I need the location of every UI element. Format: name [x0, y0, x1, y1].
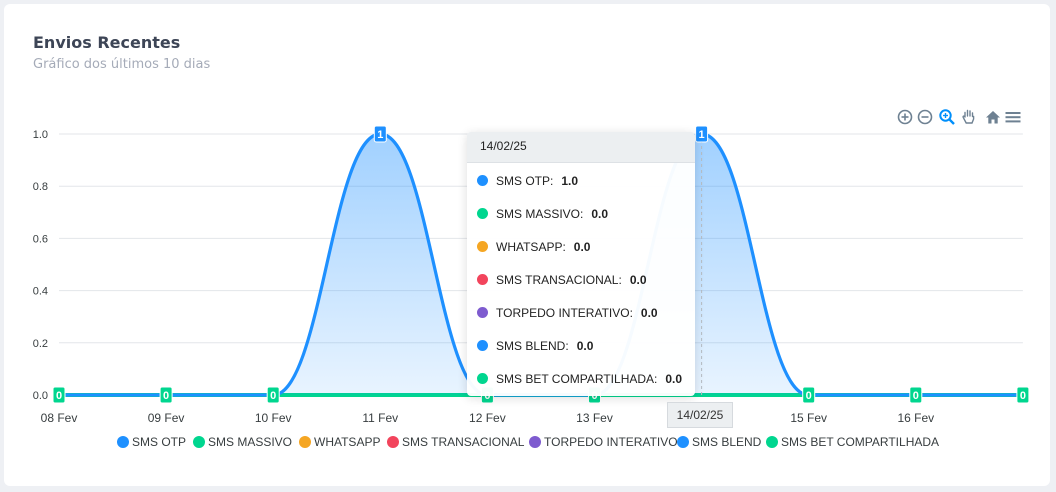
legend-item[interactable]: SMS BET COMPARTILHADA	[766, 435, 939, 449]
legend-marker-icon	[193, 436, 205, 448]
series-marker-icon	[477, 373, 488, 384]
tooltip-series-name: SMS TRANSACIONAL:	[496, 273, 622, 287]
series-marker-icon	[477, 340, 488, 351]
legend-item[interactable]: SMS TRANSACIONAL	[387, 435, 524, 449]
tooltip-header: 14/02/25	[467, 132, 695, 163]
tooltip-series-value: 0.0	[576, 339, 594, 353]
tooltip-row: TORPEDO INTERATIVO: 0.0	[477, 305, 658, 321]
tooltip-series-name: SMS BLEND:	[496, 339, 569, 353]
tooltip-row: WHATSAPP: 0.0	[477, 239, 590, 255]
series-marker-icon	[477, 241, 488, 252]
tooltip-row: SMS BET COMPARTILHADA: 0.0	[477, 371, 682, 387]
x-tick-label: 08 Fev	[41, 411, 78, 425]
chart-legend: SMS OTP SMS MASSIVO WHATSAPP SMS TRANSACION…	[0, 435, 1056, 451]
legend-marker-icon	[766, 436, 778, 448]
legend-item[interactable]: SMS OTP	[117, 435, 186, 449]
tooltip-series-name: SMS MASSIVO:	[496, 207, 584, 221]
legend-item[interactable]: TORPEDO INTERATIVO	[529, 435, 678, 449]
zoom-out-icon[interactable]	[916, 108, 934, 126]
reset-home-icon[interactable]	[984, 108, 1002, 126]
y-tick-label: 0.4	[33, 286, 48, 298]
tooltip-series-value: 0.0	[629, 273, 647, 287]
series-marker-icon	[477, 274, 488, 285]
series-marker-icon	[477, 307, 488, 318]
legend-label: TORPEDO INTERATIVO	[544, 435, 678, 449]
x-tick-label: 16 Fev	[897, 411, 934, 425]
x-tick-label: 12 Fev	[469, 411, 506, 425]
chart-tooltip: 14/02/25 SMS OTP: 1.0 SMS MASSIVO: 0.0 WHATS…	[467, 132, 695, 396]
y-tick-label: 1.0	[33, 129, 48, 141]
tooltip-series-value: 0.0	[640, 306, 658, 320]
legend-marker-icon	[299, 436, 311, 448]
selection-zoom-icon[interactable]	[938, 108, 956, 126]
legend-marker-icon	[677, 436, 689, 448]
tooltip-series-value: 0.0	[591, 207, 609, 221]
tooltip-row: SMS BLEND: 0.0	[477, 338, 593, 354]
tooltip-series-value: 0.0	[665, 372, 683, 386]
legend-label: SMS MASSIVO	[208, 435, 293, 449]
data-label: 0	[270, 390, 276, 402]
legend-label: SMS BET COMPARTILHADA	[781, 435, 940, 449]
y-tick-label: 0.0	[33, 390, 48, 402]
data-label: 0	[806, 390, 812, 402]
tooltip-series-name: SMS OTP:	[496, 174, 554, 188]
tooltip-row: SMS TRANSACIONAL: 0.0	[477, 272, 647, 288]
tooltip-series-name: WHATSAPP:	[496, 240, 566, 254]
x-tick-label: 13 Fev	[576, 411, 613, 425]
data-label: 0	[1020, 390, 1026, 402]
menu-icon[interactable]	[1004, 108, 1022, 126]
legend-item[interactable]: WHATSAPP	[299, 435, 380, 449]
legend-item[interactable]: SMS MASSIVO	[193, 435, 292, 449]
legend-item[interactable]: SMS BLEND	[677, 435, 761, 449]
pan-hand-icon[interactable]	[960, 108, 978, 126]
data-label: 0	[913, 390, 919, 402]
x-tick-label: 15 Fev	[790, 411, 827, 425]
tooltip-series-name: SMS BET COMPARTILHADA:	[496, 372, 658, 386]
data-label: 1	[699, 129, 705, 141]
tooltip-series-name: TORPEDO INTERATIVO:	[496, 306, 633, 320]
zoom-in-icon[interactable]	[896, 108, 914, 126]
x-tick-label: 11 Fev	[362, 411, 398, 425]
legend-label: SMS BLEND	[692, 435, 762, 449]
tooltip-series-value: 0.0	[573, 240, 591, 254]
legend-marker-icon	[387, 436, 399, 448]
legend-marker-icon	[117, 436, 129, 448]
data-label: 1	[377, 129, 383, 141]
series-marker-icon	[477, 175, 488, 186]
legend-label: SMS TRANSACIONAL	[402, 435, 525, 449]
series-marker-icon	[477, 208, 488, 219]
tooltip-series-value: 1.0	[561, 174, 579, 188]
y-tick-label: 0.8	[33, 181, 48, 193]
x-tick-label: 10 Fev	[255, 411, 292, 425]
tooltip-row: SMS MASSIVO: 0.0	[477, 206, 608, 222]
legend-label: WHATSAPP	[314, 435, 381, 449]
data-label: 0	[163, 390, 169, 402]
x-tick-label: 09 Fev	[148, 411, 185, 425]
xaxis-tooltip: 14/02/25	[667, 402, 733, 428]
y-tick-label: 0.2	[33, 338, 48, 350]
legend-label: SMS OTP	[132, 435, 187, 449]
data-label: 0	[56, 390, 62, 402]
y-tick-label: 0.6	[33, 233, 48, 245]
legend-marker-icon	[529, 436, 541, 448]
tooltip-row: SMS OTP: 1.0	[477, 173, 578, 189]
